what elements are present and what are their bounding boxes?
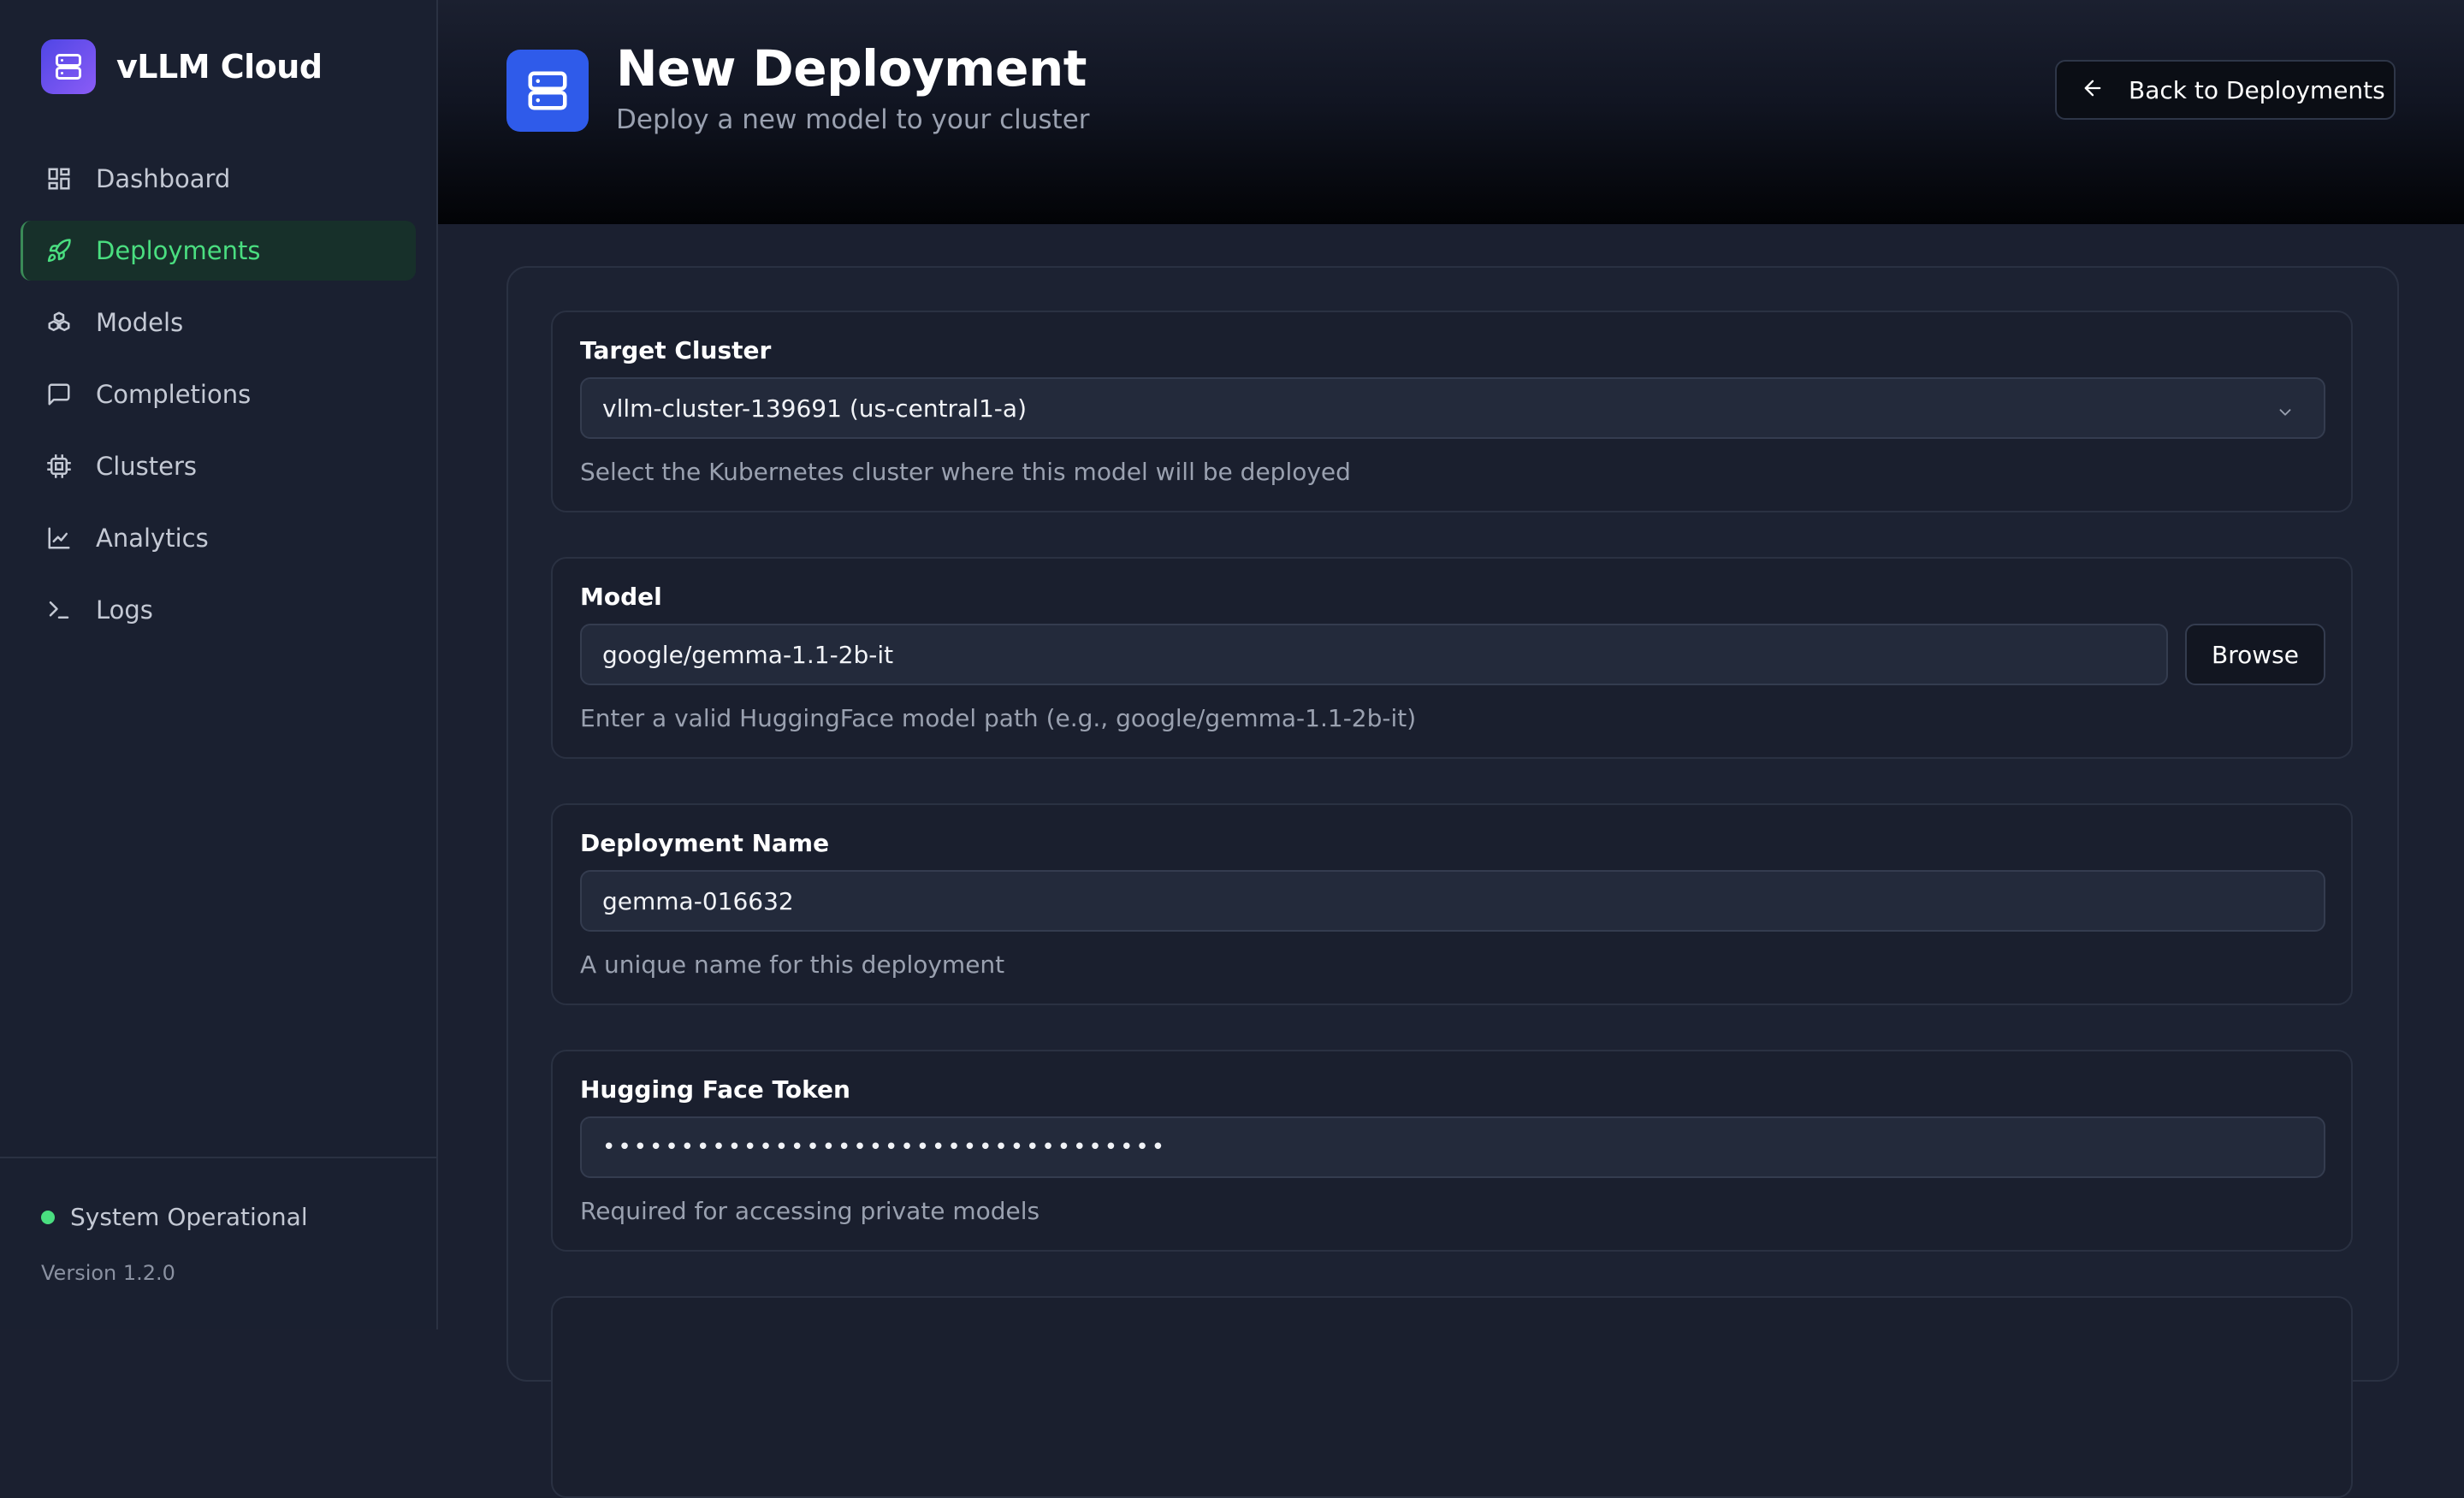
sidebar-item-label: Completions bbox=[96, 380, 252, 409]
sidebar-item-label: Analytics bbox=[96, 524, 209, 553]
terminal-icon bbox=[44, 595, 74, 625]
page-header: New Deployment Deploy a new model to you… bbox=[438, 0, 2464, 224]
field-help: Select the Kubernetes cluster where this… bbox=[580, 458, 1351, 486]
cluster-select[interactable]: vllm-cluster-139691 (us-central1-a) bbox=[580, 377, 2325, 439]
sidebar-item-logs[interactable]: Logs bbox=[21, 580, 416, 640]
back-to-deployments-button[interactable]: Back to Deployments bbox=[2055, 60, 2396, 120]
status-dot-icon bbox=[41, 1210, 55, 1224]
sidebar-item-label: Dashboard bbox=[96, 164, 231, 193]
sidebar: vLLM Cloud Dashboard Deployments Models … bbox=[0, 0, 438, 1329]
field-help: A unique name for this deployment bbox=[580, 950, 1005, 979]
rocket-icon bbox=[44, 236, 74, 265]
field-label: Model bbox=[580, 583, 662, 611]
hf-token-masked-value: •••••••••••••••••••••••••••••••••••• bbox=[602, 1134, 1168, 1160]
field-help: Required for accessing private models bbox=[580, 1197, 1040, 1225]
sidebar-item-completions[interactable]: Completions bbox=[21, 364, 416, 424]
app-name: vLLM Cloud bbox=[116, 48, 323, 86]
deployment-name-value: gemma-016632 bbox=[602, 886, 794, 915]
model-field: Model google/gemma-1.1-2b-it Browse Ente… bbox=[551, 557, 2353, 759]
browse-button[interactable]: Browse bbox=[2185, 624, 2325, 685]
arrow-left-icon bbox=[2081, 76, 2105, 104]
sidebar-item-analytics[interactable]: Analytics bbox=[21, 508, 416, 568]
field-label: Deployment Name bbox=[580, 829, 830, 857]
sidebar-item-label: Clusters bbox=[96, 452, 198, 481]
sidebar-item-label: Models bbox=[96, 308, 184, 337]
model-input-value: google/gemma-1.1-2b-it bbox=[602, 640, 894, 669]
sidebar-item-dashboard[interactable]: Dashboard bbox=[21, 149, 416, 209]
sidebar-footer: System Operational Version 1.2.0 bbox=[0, 1157, 436, 1285]
deployment-name-input[interactable]: gemma-016632 bbox=[580, 870, 2325, 932]
system-status: System Operational bbox=[41, 1203, 308, 1231]
cpu-chip-icon bbox=[44, 452, 74, 481]
chat-bubble-icon bbox=[44, 380, 74, 409]
sidebar-nav: Dashboard Deployments Models Completions… bbox=[21, 149, 416, 652]
field-label: Target Cluster bbox=[580, 336, 772, 364]
cubes-icon bbox=[44, 308, 74, 337]
model-input[interactable]: google/gemma-1.1-2b-it bbox=[580, 624, 2168, 685]
server-logo-icon bbox=[41, 39, 96, 94]
version-label: Version 1.2.0 bbox=[41, 1261, 175, 1285]
target-cluster-field: Target Cluster vllm-cluster-139691 (us-c… bbox=[551, 311, 2353, 512]
field-label: Hugging Face Token bbox=[580, 1075, 850, 1104]
brand[interactable]: vLLM Cloud bbox=[41, 39, 323, 94]
page-title: New Deployment bbox=[616, 39, 1087, 98]
sidebar-item-clusters[interactable]: Clusters bbox=[21, 436, 416, 496]
hf-token-input[interactable]: •••••••••••••••••••••••••••••••••••• bbox=[580, 1116, 2325, 1178]
sidebar-item-deployments[interactable]: Deployments bbox=[21, 221, 416, 281]
hf-token-field: Hugging Face Token •••••••••••••••••••••… bbox=[551, 1050, 2353, 1252]
chevron-down-icon bbox=[2276, 400, 2295, 428]
sidebar-item-label: Deployments bbox=[96, 236, 261, 265]
deployment-name-field: Deployment Name gemma-016632 A unique na… bbox=[551, 803, 2353, 1005]
status-label: System Operational bbox=[70, 1203, 308, 1231]
line-chart-icon bbox=[44, 524, 74, 553]
server-icon bbox=[506, 50, 589, 132]
page-subtitle: Deploy a new model to your cluster bbox=[616, 104, 1090, 135]
cluster-select-value: vllm-cluster-139691 (us-central1-a) bbox=[602, 394, 1027, 423]
sidebar-item-models[interactable]: Models bbox=[21, 293, 416, 352]
back-button-label: Back to Deployments bbox=[2129, 75, 2385, 104]
deployment-form: Target Cluster vllm-cluster-139691 (us-c… bbox=[506, 266, 2399, 1498]
field-help: Enter a valid HuggingFace model path (e.… bbox=[580, 704, 1417, 732]
dashboard-grid-icon bbox=[44, 164, 74, 193]
sidebar-item-label: Logs bbox=[96, 595, 153, 625]
next-field-card bbox=[551, 1296, 2353, 1498]
